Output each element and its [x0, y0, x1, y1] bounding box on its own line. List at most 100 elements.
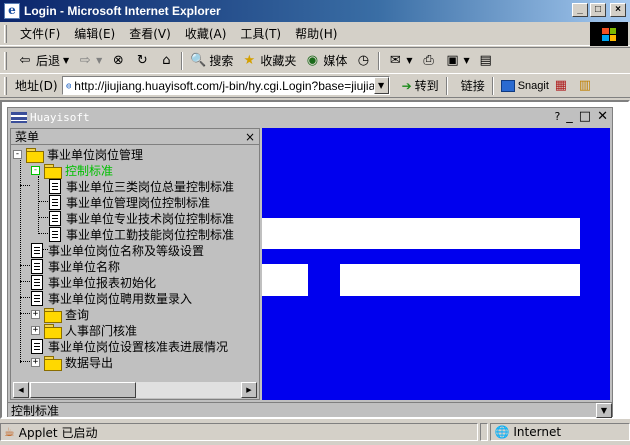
tree-node-label: 事业单位岗位管理 [47, 147, 144, 162]
search-label: 搜索 [209, 54, 234, 68]
collapse-icon[interactable]: - [31, 165, 40, 175]
tree-node-data-export[interactable]: + 数据导出 [31, 354, 114, 371]
expand-icon[interactable]: + [31, 309, 40, 319]
standard-toolbar: ⇦ 后退 ▼ ⇨ ▼ ⊗ ↻ ⌂ 🔍 搜索 ★ 收藏夹 ◉ 媒体 ◷ ✉ ▼ ⎙… [0, 47, 630, 73]
go-button[interactable]: ➔ 转到 [398, 77, 443, 94]
help-button[interactable]: ? [554, 110, 560, 123]
back-dropdown-icon[interactable]: ▼ [63, 56, 69, 65]
snagit-button[interactable]: Snagit [500, 79, 549, 92]
menu-file[interactable]: 文件(F) [13, 25, 67, 42]
applet-controls: ? _ □ ✕ [554, 109, 608, 124]
tree-node-document[interactable]: 事业单位报表初始化 [31, 274, 156, 290]
media-button[interactable]: ◉ 媒体 [300, 50, 351, 72]
edit-button[interactable]: ▣ ▼ [441, 50, 474, 72]
links-button[interactable]: 链接 [457, 77, 489, 94]
scroll-right-icon[interactable]: ▶ [241, 382, 257, 398]
tree-node-document[interactable]: 事业单位三类岗位总量控制标准 [49, 178, 234, 194]
tree-node-label: 事业单位岗位设置核准表进展情况 [48, 339, 229, 354]
snagit-label: Snagit [517, 79, 549, 92]
applet-status-field: 控制标准 ▼ [8, 402, 612, 418]
tree-node-hr-approval[interactable]: + 人事部门核准 [31, 322, 138, 339]
tree-node-document[interactable]: 事业单位管理岗位控制标准 [49, 194, 210, 210]
document-icon [31, 258, 43, 274]
menu-tools[interactable]: 工具(T) [233, 25, 288, 42]
search-icon: 🔍 [190, 53, 207, 68]
collapse-icon[interactable]: - [13, 149, 22, 159]
menu-edit[interactable]: 编辑(E) [67, 25, 122, 42]
tree-node-document[interactable]: 事业单位岗位设置核准表进展情况 [31, 338, 228, 354]
tree-node-document[interactable]: 事业单位专业技术岗位控制标准 [49, 210, 234, 226]
toolbar-separator [491, 76, 494, 95]
mail-dropdown-icon[interactable]: ▼ [406, 56, 412, 65]
go-label: 转到 [414, 79, 439, 93]
document-icon [31, 274, 43, 290]
forward-button[interactable]: ⇨ ▼ [73, 50, 106, 72]
tree-horizontal-scrollbar[interactable]: ◀ ▶ [13, 382, 257, 398]
back-button[interactable]: ⇦ 后退 ▼ [13, 50, 73, 72]
menubar-grip[interactable] [4, 24, 7, 43]
expand-icon[interactable]: + [31, 325, 40, 335]
login-field-bar[interactable] [340, 264, 580, 296]
mail-button[interactable]: ✉ ▼ [383, 50, 416, 72]
edit-icon: ▣ [446, 53, 459, 68]
maximize-button[interactable]: □ [590, 3, 606, 17]
snagit-catalog-button[interactable]: ▥ [573, 75, 597, 97]
tree-node-label: 事业单位岗位聘用数量录入 [48, 291, 193, 306]
tree-node-label: 人事部门核准 [65, 323, 138, 338]
edit-dropdown-icon[interactable]: ▼ [464, 56, 470, 65]
menu-favorites[interactable]: 收藏(A) [178, 25, 234, 42]
toolbar-grip[interactable] [4, 51, 7, 70]
search-button[interactable]: 🔍 搜索 [186, 50, 237, 72]
applet-minimize-button[interactable]: _ [566, 109, 573, 124]
expand-icon[interactable]: + [31, 357, 40, 367]
home-button[interactable]: ⌂ [154, 50, 178, 72]
favorites-label: 收藏夹 [260, 54, 297, 68]
menu-panel-close-button[interactable]: × [245, 130, 255, 144]
back-label: 后退 [36, 54, 61, 68]
tree-node-document[interactable]: 事业单位名称 [31, 258, 120, 274]
tree-node-label: 数据导出 [65, 355, 114, 370]
stop-button[interactable]: ⊗ [106, 50, 130, 72]
address-input[interactable]: http://jiujiang.huayisoft.com/j-bin/hy.c… [61, 76, 390, 95]
login-input-bar[interactable] [262, 218, 580, 249]
applet-close-button[interactable]: ✕ [597, 109, 608, 124]
forward-dropdown-icon[interactable]: ▼ [96, 56, 102, 65]
address-bar: 地址(D) http://jiujiang.huayisoft.com/j-bi… [0, 73, 630, 98]
go-arrow-icon: ➔ [401, 78, 412, 93]
tree-node-document[interactable]: 事业单位工勤技能岗位控制标准 [49, 226, 234, 242]
address-dropdown-icon[interactable]: ▼ [373, 77, 389, 94]
refresh-button[interactable]: ↻ [130, 50, 154, 72]
discuss-button[interactable]: ▤ [474, 50, 498, 72]
tree-node-control-standards[interactable]: - 控制标准 [31, 162, 113, 179]
login-button-bar[interactable] [262, 264, 308, 296]
tree-node-document[interactable]: 事业单位岗位名称及等级设置 [31, 242, 204, 258]
security-zone: 🌐 Internet [490, 423, 630, 441]
snagit-icon [500, 79, 515, 92]
favorites-star-icon: ★ [243, 53, 256, 68]
folder-open-icon [26, 147, 44, 163]
tree-node-document[interactable]: 事业单位岗位聘用数量录入 [31, 290, 192, 306]
applet-maximize-button[interactable]: □ [579, 109, 591, 124]
tree-node-query[interactable]: + 查询 [31, 306, 89, 323]
snagit-capture-button[interactable]: ▦ [549, 75, 573, 97]
java-cup-icon: ☕ [4, 425, 15, 439]
ie-window-icon[interactable]: e [4, 3, 20, 19]
close-button[interactable]: × [610, 3, 626, 17]
minimize-button[interactable]: _ [572, 3, 588, 17]
menu-panel: 菜单 × - 事业单位岗位管理 - 控制标准 事业单位三类岗位总量控制标准 事业… [10, 128, 260, 400]
applet-canvas[interactable] [262, 128, 610, 400]
history-button[interactable]: ◷ [351, 50, 375, 72]
tree-node-root[interactable]: - 事业单位岗位管理 [13, 146, 144, 163]
forward-arrow-icon: ⇨ [79, 53, 91, 68]
menu-tree: - 事业单位岗位管理 - 控制标准 事业单位三类岗位总量控制标准 事业单位管理岗… [11, 146, 259, 379]
scroll-left-icon[interactable]: ◀ [13, 382, 29, 398]
menu-help[interactable]: 帮助(H) [288, 25, 344, 42]
media-icon: ◉ [306, 53, 319, 68]
favorites-button[interactable]: ★ 收藏夹 [237, 50, 300, 72]
scrollbar-thumb[interactable] [30, 382, 136, 398]
toolbar-separator [181, 51, 184, 70]
print-button[interactable]: ⎙ [417, 50, 441, 72]
menu-view[interactable]: 查看(V) [122, 25, 178, 42]
addressbar-grip[interactable] [4, 76, 7, 95]
status-dropdown-icon[interactable]: ▼ [596, 403, 612, 418]
